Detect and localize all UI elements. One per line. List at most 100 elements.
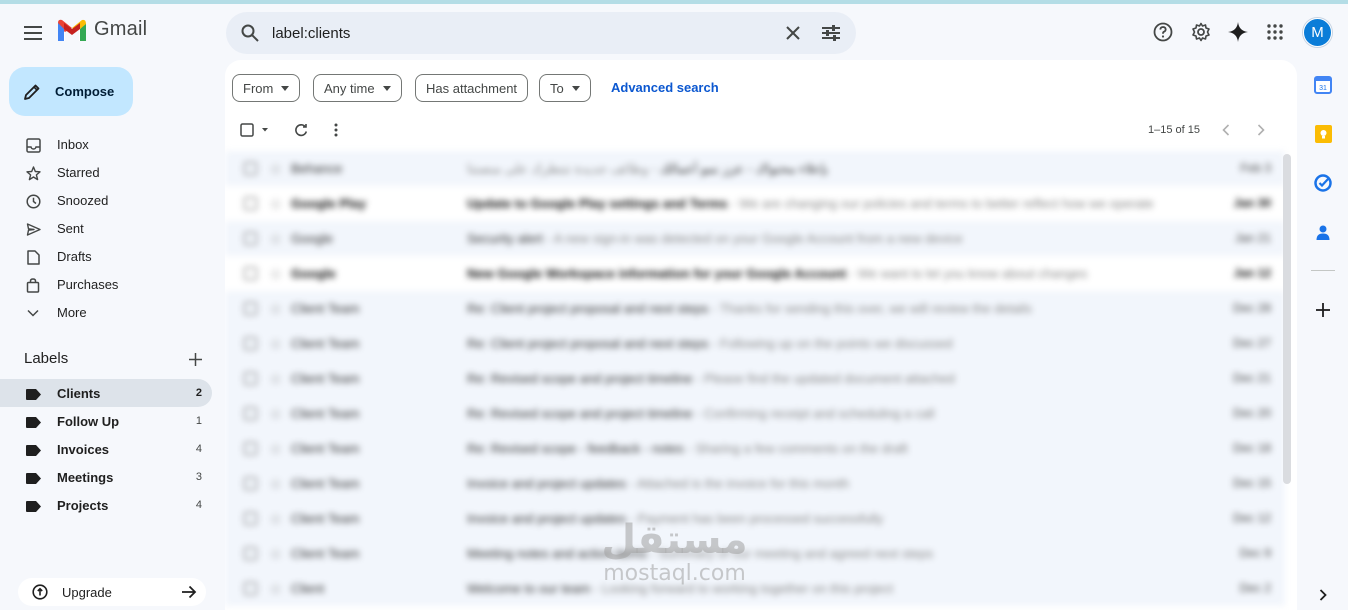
upgrade-button[interactable]: Upgrade xyxy=(18,578,206,606)
star-icon[interactable]: ☆ xyxy=(269,370,282,388)
gemini-sparkle-icon[interactable] xyxy=(1226,20,1250,44)
add-addon-icon[interactable] xyxy=(1312,299,1334,321)
label-name: Invoices xyxy=(57,442,110,457)
row-checkbox[interactable] xyxy=(244,372,257,385)
advanced-search-link[interactable]: Advanced search xyxy=(611,80,719,95)
main-menu-button[interactable] xyxy=(14,14,52,52)
star-icon[interactable]: ☆ xyxy=(269,580,282,598)
filter-chip-any-time[interactable]: Any time xyxy=(313,74,402,102)
search-bar[interactable] xyxy=(226,12,856,54)
help-icon[interactable] xyxy=(1151,20,1175,44)
email-subject-line: Re: Client project proposal and next ste… xyxy=(467,301,1182,316)
star-icon[interactable]: ☆ xyxy=(269,510,282,528)
star-icon[interactable]: ☆ xyxy=(269,160,282,178)
compose-button[interactable]: Compose xyxy=(9,67,133,116)
email-row[interactable]: ☆ Client Team Re: Revised scope and projec… xyxy=(225,396,1285,431)
gmail-logo[interactable]: Gmail xyxy=(58,18,147,41)
settings-gear-icon[interactable] xyxy=(1189,20,1213,44)
search-options-icon[interactable] xyxy=(819,21,843,45)
refresh-icon[interactable] xyxy=(291,120,311,140)
chevron-left-icon[interactable] xyxy=(1216,120,1236,140)
star-icon[interactable]: ☆ xyxy=(269,335,282,353)
email-subject: Re: Client project proposal and next ste… xyxy=(467,336,709,351)
email-sender: Client Team xyxy=(291,511,360,526)
star-icon[interactable]: ☆ xyxy=(269,230,282,248)
apps-grid-icon[interactable] xyxy=(1263,20,1287,44)
star-icon[interactable]: ☆ xyxy=(269,265,282,283)
row-checkbox[interactable] xyxy=(244,232,257,245)
email-row[interactable]: ☆ Client Team Meeting notes and action ite… xyxy=(225,536,1285,571)
nav-item-drafts[interactable]: Drafts xyxy=(0,242,212,270)
row-checkbox[interactable] xyxy=(244,267,257,280)
row-checkbox[interactable] xyxy=(244,302,257,315)
search-icon[interactable] xyxy=(238,21,262,45)
expand-panel-chevron-icon[interactable] xyxy=(1312,584,1334,606)
add-label-icon[interactable] xyxy=(185,349,205,369)
row-checkbox[interactable] xyxy=(244,442,257,455)
email-row[interactable]: ☆ Behance بإعلاء محتواك - عزز نمو أعمالك -… xyxy=(225,151,1285,186)
contacts-icon[interactable] xyxy=(1312,221,1334,243)
row-checkbox[interactable] xyxy=(244,407,257,420)
scrollbar[interactable] xyxy=(1283,154,1291,484)
select-all-checkbox[interactable] xyxy=(239,120,273,140)
email-row[interactable]: ☆ Google New Google Workspace information … xyxy=(225,256,1285,291)
email-row[interactable]: ☆ Client Team Invoice and project updates … xyxy=(225,501,1285,536)
email-row[interactable]: ☆ Client Welcome to our team - Looking for… xyxy=(225,571,1285,606)
email-row[interactable]: ☆ Client Team Re: Revised scope - feedback… xyxy=(225,431,1285,466)
email-row[interactable]: ☆ Google Play Update to Google Play settin… xyxy=(225,186,1285,221)
calendar-icon[interactable]: 31 xyxy=(1312,74,1334,96)
nav-item-sent[interactable]: Sent xyxy=(0,214,212,242)
row-checkbox[interactable] xyxy=(244,197,257,210)
filter-chip-to[interactable]: To xyxy=(539,74,591,102)
label-tag-icon xyxy=(24,497,42,515)
row-checkbox[interactable] xyxy=(244,477,257,490)
filter-chip-from[interactable]: From xyxy=(232,74,301,102)
chevron-right-icon[interactable] xyxy=(1251,120,1271,140)
label-item-clients[interactable]: Clients 2 xyxy=(0,379,212,407)
nav-item-snoozed[interactable]: Snoozed xyxy=(0,186,212,214)
email-row[interactable]: ☆ Client Team Re: Client project proposal … xyxy=(225,291,1285,326)
label-count: 3 xyxy=(195,471,202,483)
email-row[interactable]: ☆ Google Security alert - A new sign-in wa… xyxy=(225,221,1285,256)
email-sender: Client Team xyxy=(291,441,360,456)
nav-item-label: Purchases xyxy=(57,277,119,292)
label-name: Meetings xyxy=(57,470,114,485)
label-item-follow-up[interactable]: Follow Up 1 xyxy=(0,407,212,435)
keep-notes-icon[interactable] xyxy=(1312,123,1334,145)
email-date: Dec 12 xyxy=(1232,511,1271,525)
row-checkbox[interactable] xyxy=(244,582,257,595)
email-snippet: - We are changing our policies and terms… xyxy=(727,196,1154,211)
star-icon[interactable]: ☆ xyxy=(269,475,282,493)
email-subject: Meeting notes and action items xyxy=(467,546,647,561)
row-checkbox[interactable] xyxy=(244,547,257,560)
clear-search-icon[interactable] xyxy=(781,21,805,45)
email-subject: بإعلاء محتواك - عزز نمو أعمالك xyxy=(659,161,829,176)
nav-item-inbox[interactable]: Inbox xyxy=(0,130,212,158)
star-icon[interactable]: ☆ xyxy=(269,545,282,563)
row-checkbox[interactable] xyxy=(244,337,257,350)
tasks-icon[interactable] xyxy=(1312,172,1334,194)
star-icon[interactable]: ☆ xyxy=(269,195,282,213)
label-item-projects[interactable]: Projects 4 xyxy=(0,491,212,519)
label-item-invoices[interactable]: Invoices 4 xyxy=(0,435,212,463)
star-icon[interactable]: ☆ xyxy=(269,405,282,423)
nav-item-label: Starred xyxy=(57,165,100,180)
email-snippet: - Sharing a few comments on the draft xyxy=(683,441,908,456)
star-icon[interactable]: ☆ xyxy=(269,300,282,318)
nav-item-starred[interactable]: Starred xyxy=(0,158,212,186)
search-input[interactable] xyxy=(272,20,772,46)
label-item-meetings[interactable]: Meetings 3 xyxy=(0,463,212,491)
email-row[interactable]: ☆ Client Team Re: Client project proposal … xyxy=(225,326,1285,361)
more-vert-icon[interactable] xyxy=(326,120,346,140)
nav-item-purchases[interactable]: Purchases xyxy=(0,270,212,298)
row-checkbox[interactable] xyxy=(244,512,257,525)
nav-item-more[interactable]: More xyxy=(0,298,212,326)
email-row[interactable]: ☆ Client Team Re: Revised scope and projec… xyxy=(225,361,1285,396)
email-row[interactable]: ☆ Client Team Invoice and project updates … xyxy=(225,466,1285,501)
filter-chip-has-attachment[interactable]: Has attachment xyxy=(415,74,529,102)
email-snippet: - Summary of our meeting and agreed next… xyxy=(646,546,934,561)
star-icon[interactable]: ☆ xyxy=(269,440,282,458)
account-avatar[interactable]: M xyxy=(1303,18,1332,47)
row-checkbox[interactable] xyxy=(244,162,257,175)
email-subject-line: Invoice and project updates - Payment ha… xyxy=(467,511,1182,526)
